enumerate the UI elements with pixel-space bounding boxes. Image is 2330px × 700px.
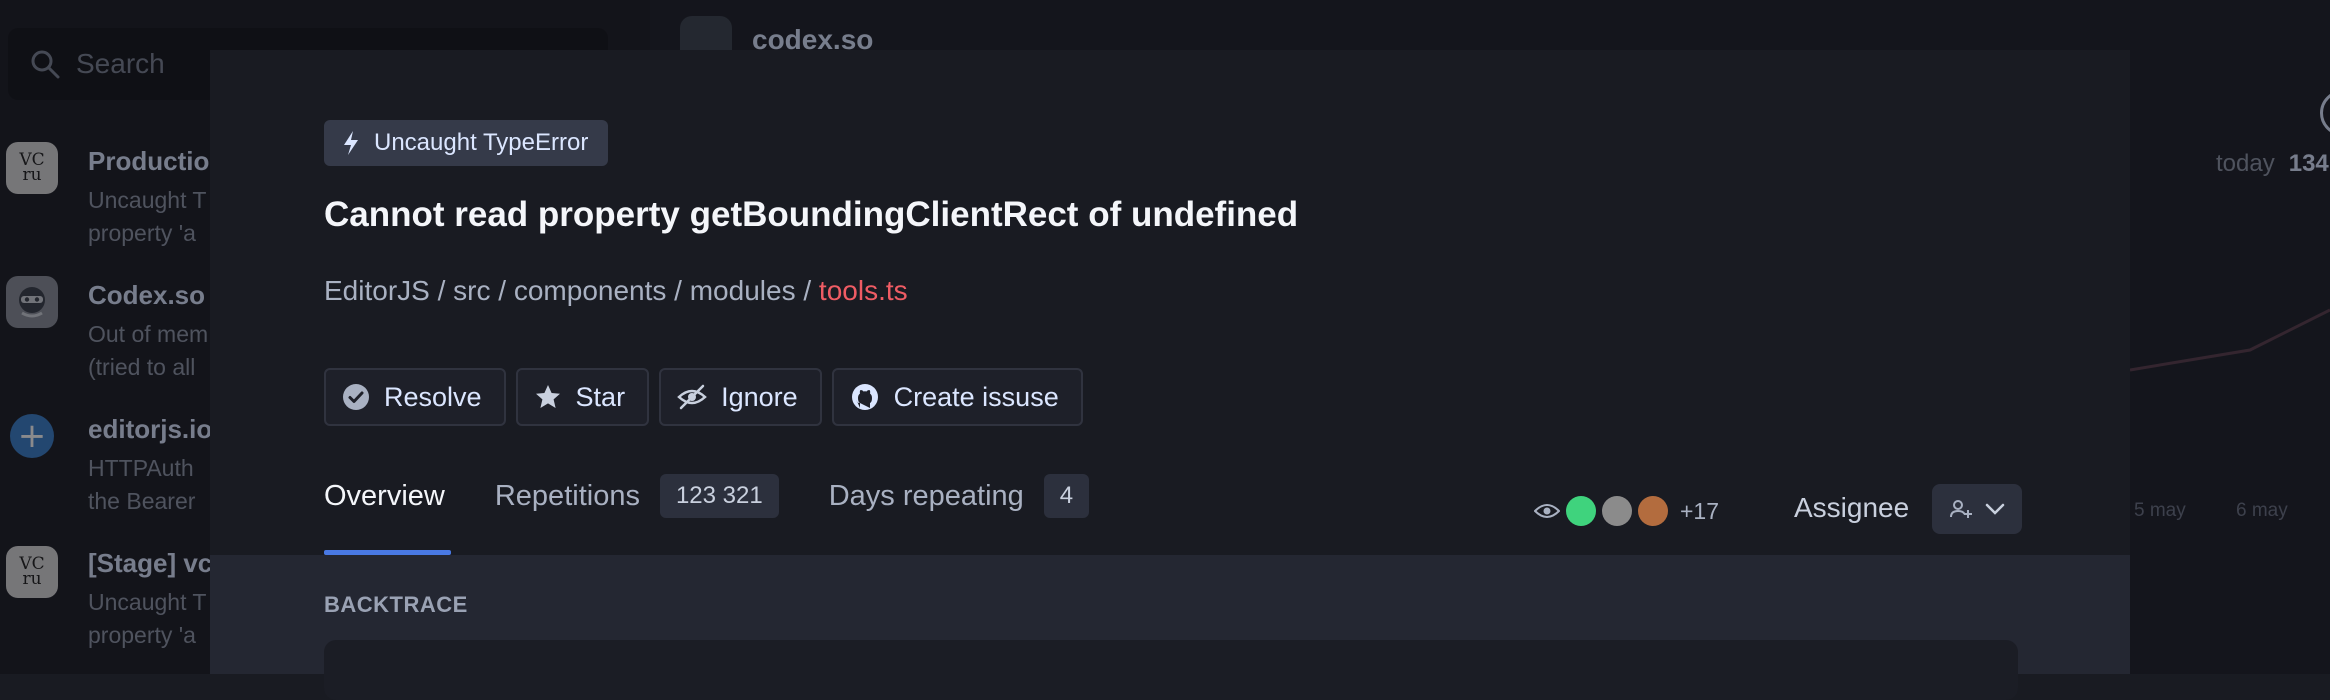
viewer-avatar <box>1602 496 1632 526</box>
path-segment: src <box>453 275 491 306</box>
eye-off-icon <box>677 384 707 410</box>
star-label: Star <box>575 381 626 412</box>
tab-days-repeating[interactable]: Days repeating 4 <box>828 474 1090 555</box>
create-issue-button[interactable]: Create issuse <box>831 368 1083 426</box>
tab-repetitions-label: Repetitions <box>494 480 640 512</box>
star-button[interactable]: Star <box>515 368 650 426</box>
path-segment: EditorJS <box>324 275 430 306</box>
ignore-label: Ignore <box>721 381 798 412</box>
more-viewers-count: +17 <box>1680 497 1720 524</box>
github-icon <box>851 384 878 410</box>
viewer-avatar <box>1638 496 1668 526</box>
assignee-label: Assignee <box>1794 492 1910 523</box>
event-title: Cannot read property getBoundingClientRe… <box>324 195 1299 234</box>
resolve-button[interactable]: Resolve <box>324 368 506 426</box>
error-type-badge: Uncaught TypeError <box>324 120 609 166</box>
assignee-dropdown[interactable] <box>1932 484 2022 534</box>
create-issue-label: Create issuse <box>893 381 1059 412</box>
repetitions-count-badge: 123 321 <box>659 474 779 518</box>
path-separator: / <box>795 275 819 306</box>
chevron-down-icon <box>1985 503 2005 515</box>
event-tabs: Overview Repetitions 123 321 Days repeat… <box>324 474 1139 555</box>
source-file: tools.ts <box>818 275 908 306</box>
tab-repetitions[interactable]: Repetitions 123 321 <box>494 474 779 555</box>
star-icon <box>535 385 560 408</box>
event-details-modal: Uncaught TypeError Cannot read property … <box>210 50 2130 700</box>
source-path: EditorJS / src / components / modules / … <box>324 275 908 307</box>
add-user-icon <box>1950 500 1972 518</box>
check-circle-icon <box>343 384 369 410</box>
resolve-label: Resolve <box>384 381 482 412</box>
lightning-icon <box>344 131 358 155</box>
event-header: Uncaught TypeError Cannot read property … <box>210 50 2130 555</box>
error-type: Uncaught TypeError <box>374 129 589 156</box>
backtrace-title: BACKTRACE <box>324 592 468 617</box>
path-separator: / <box>490 275 514 306</box>
path-segment: components <box>513 275 667 306</box>
backtrace-frame[interactable] <box>324 640 2018 700</box>
event-actions: Resolve Star Ignore Create issuse <box>324 368 1083 426</box>
days-count-badge: 4 <box>1043 474 1090 518</box>
ignore-button[interactable]: Ignore <box>659 368 822 426</box>
path-separator: / <box>666 275 690 306</box>
tab-days-repeating-label: Days repeating <box>828 480 1024 512</box>
eye-icon <box>1534 504 1560 518</box>
path-segment: modules <box>689 275 796 306</box>
tab-overview[interactable]: Overview <box>324 480 451 555</box>
event-viewers[interactable]: +17 <box>1534 496 1719 526</box>
path-separator: / <box>429 275 454 306</box>
viewer-avatar <box>1566 496 1596 526</box>
tab-overview-label: Overview <box>324 480 445 512</box>
